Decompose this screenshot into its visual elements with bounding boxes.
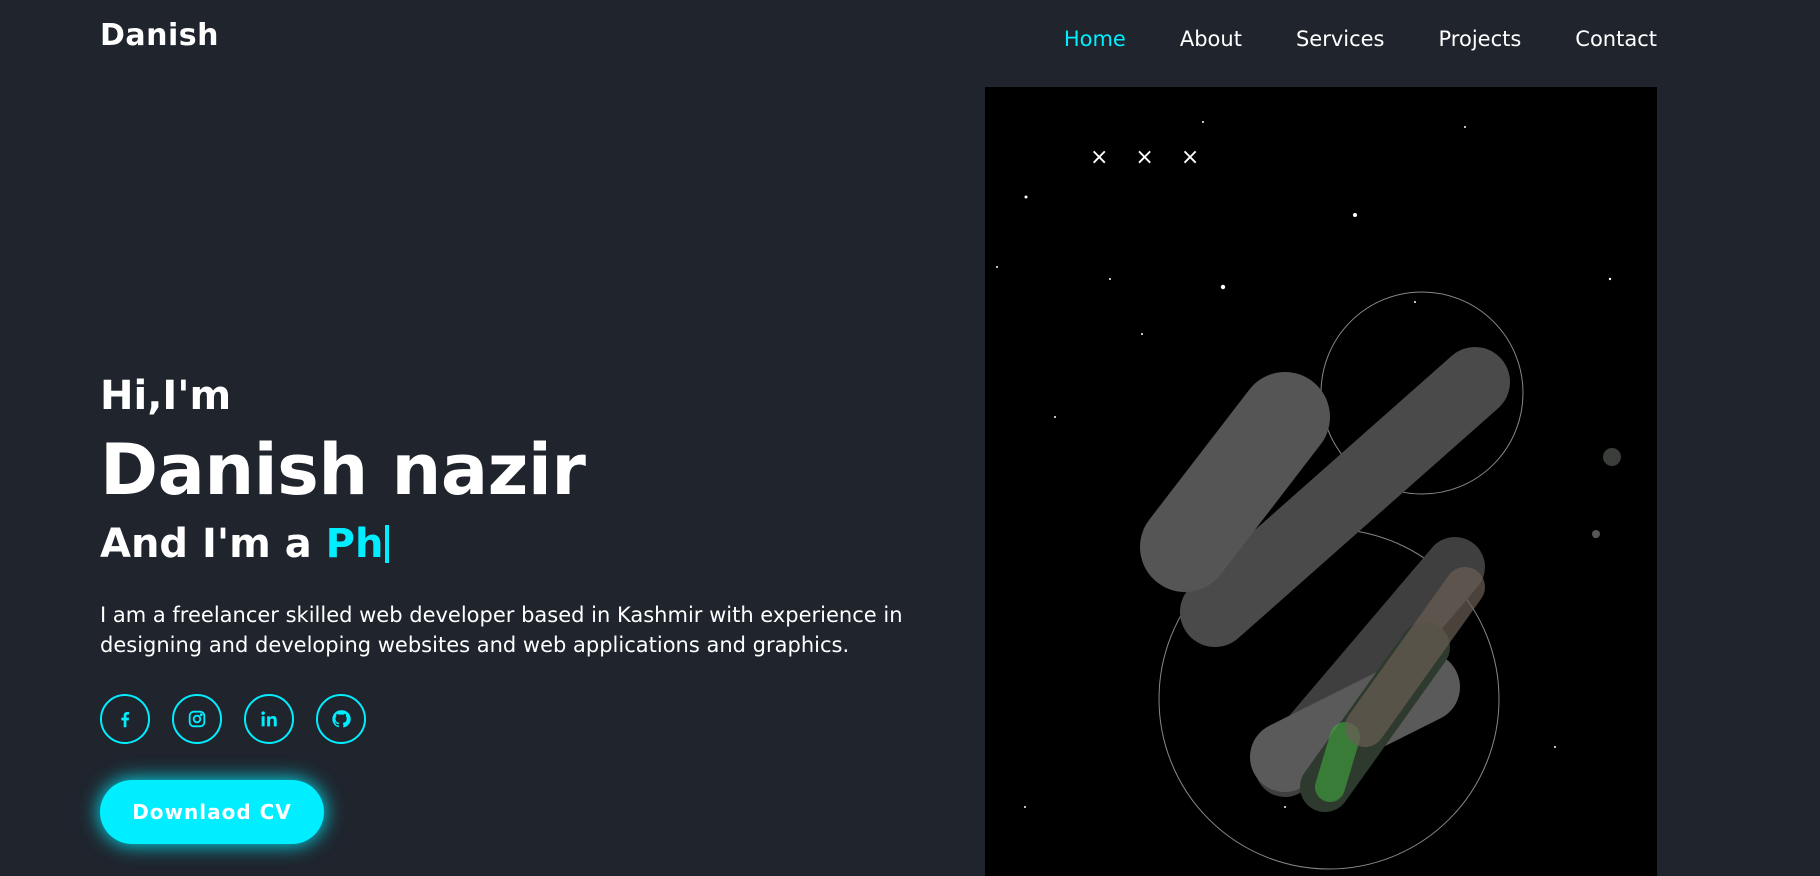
hero-role-prefix: And I'm a bbox=[100, 521, 326, 567]
hero-name: Danish nazir bbox=[100, 429, 586, 511]
github-icon bbox=[332, 710, 351, 728]
site-logo[interactable]: Danish bbox=[100, 18, 219, 53]
nav-projects[interactable]: Projects bbox=[1439, 24, 1522, 54]
instagram-icon bbox=[188, 710, 206, 728]
nav-contact[interactable]: Contact bbox=[1575, 24, 1657, 54]
nav-about[interactable]: About bbox=[1180, 24, 1242, 54]
github-link[interactable] bbox=[316, 694, 366, 744]
close-icon-group: × × × bbox=[1090, 145, 1210, 170]
typing-cursor bbox=[385, 525, 390, 563]
hero-role-typed: Ph bbox=[325, 521, 384, 567]
social-links bbox=[100, 694, 366, 744]
linkedin-link[interactable] bbox=[244, 694, 294, 744]
hero-bio: I am a freelancer skilled web developer … bbox=[100, 603, 903, 657]
brush-shapes bbox=[1140, 347, 1510, 812]
download-cv-button[interactable]: Downlaod CV bbox=[100, 780, 324, 844]
planet bbox=[1603, 448, 1621, 466]
planet-small bbox=[1592, 530, 1600, 538]
instagram-link[interactable] bbox=[172, 694, 222, 744]
nav-services[interactable]: Services bbox=[1296, 24, 1385, 54]
hero-artwork bbox=[996, 121, 1621, 870]
hero-greeting: Hi,I'm bbox=[100, 373, 232, 419]
hero-role: And I'm a Ph bbox=[100, 520, 390, 568]
hero-image: × × × bbox=[985, 87, 1657, 876]
nav-home[interactable]: Home bbox=[1064, 24, 1126, 54]
main-nav: Home About Services Projects Contact bbox=[1010, 24, 1657, 54]
facebook-link[interactable] bbox=[100, 694, 150, 744]
page: Danish Home About Services Projects Cont… bbox=[0, 0, 1820, 876]
linkedin-icon bbox=[261, 711, 277, 727]
facebook-icon bbox=[121, 711, 130, 728]
